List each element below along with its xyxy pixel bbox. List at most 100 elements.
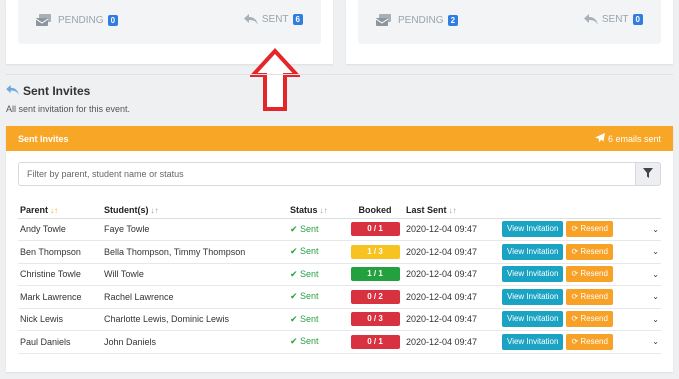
booked-cell: 1 / 1: [346, 263, 404, 286]
envelope-stack-icon: [376, 14, 394, 27]
status-text: Sent: [300, 313, 319, 324]
section-title: Sent Invites: [6, 84, 90, 98]
status-cell: ✔ Sent: [288, 240, 346, 264]
actions-cell: View Invitation ⟳ Resend: [500, 263, 642, 286]
chevron-down-icon: ⌄: [652, 337, 659, 347]
expand-row-button[interactable]: ⌄: [642, 330, 661, 354]
chevron-down-icon: ⌄: [652, 224, 659, 234]
status-cell: ✔ Sent: [288, 218, 346, 241]
pending-count-badge: 0: [107, 15, 119, 26]
resend-button[interactable]: ⟳ Resend: [566, 311, 613, 328]
last-sent-time: 2020-12-04 09:47: [404, 263, 500, 286]
student-names: John Daniels: [102, 330, 288, 354]
checkmark-icon: ✔: [290, 313, 301, 324]
section-divider: [6, 74, 673, 75]
filter-button[interactable]: [635, 162, 661, 186]
status-text: Sent: [300, 291, 319, 302]
view-invitation-button[interactable]: View Invitation: [502, 288, 564, 305]
view-invitation-button[interactable]: View Invitation: [502, 333, 564, 350]
resend-label: Resend: [580, 291, 608, 301]
expand-row-button[interactable]: ⌄: [642, 263, 661, 286]
booked-cell: 0 / 2: [346, 285, 404, 309]
envelope-stack-icon: [36, 14, 54, 27]
invite-stats-box: PENDING 0 SENT 6: [18, 0, 321, 44]
view-invitation-button[interactable]: View Invitation: [502, 266, 564, 283]
invite-stats-box: PENDING 2 SENT 0: [358, 0, 661, 44]
booked-cell: 1 / 3: [346, 240, 404, 264]
sent-count-badge: 0: [632, 14, 643, 25]
view-invitation-button[interactable]: View Invitation: [502, 311, 564, 328]
table-row: Paul Daniels John Daniels ✔ Sent 0 / 1 2…: [18, 330, 661, 354]
status-cell: ✔ Sent: [288, 263, 346, 286]
reply-all-icon: [6, 84, 19, 98]
chevron-down-icon: ⌄: [652, 247, 659, 257]
booked-badge: 1 / 1: [350, 267, 400, 282]
resend-label: Resend: [580, 336, 608, 346]
resend-label: Resend: [580, 314, 608, 324]
filter-input[interactable]: Filter by parent, student name or status: [18, 162, 635, 186]
pending-stat[interactable]: PENDING 0: [36, 14, 119, 27]
resend-button[interactable]: ⟳ Resend: [566, 243, 613, 260]
expand-row-button[interactable]: ⌄: [642, 285, 661, 309]
table-row: Nick Lewis Charlotte Lewis, Dominic Lewi…: [18, 308, 661, 331]
table-row: Christine Towle Will Towle ✔ Sent 1 / 1 …: [18, 263, 661, 286]
column-header-last-sent[interactable]: Last Sent ↓↑: [404, 202, 500, 219]
red-up-arrow-annotation: [250, 48, 300, 111]
sort-icon: ↓↑: [150, 205, 159, 215]
funnel-icon: [643, 167, 653, 181]
parent-name: Ben Thompson: [18, 240, 102, 264]
last-sent-time: 2020-12-04 09:47: [404, 240, 500, 264]
pending-label: PENDING: [58, 15, 104, 26]
card-title: Sent Invites: [18, 133, 69, 144]
last-sent-time: 2020-12-04 09:47: [404, 330, 500, 354]
sent-label: SENT: [261, 14, 289, 25]
booked-cell: 0 / 1: [346, 330, 404, 354]
chevron-down-icon: ⌄: [652, 269, 659, 279]
resend-button[interactable]: ⟳ Resend: [566, 333, 613, 350]
view-invitation-button[interactable]: View Invitation: [502, 221, 564, 238]
booked-cell: 0 / 1: [346, 218, 404, 241]
status-text: Sent: [300, 246, 319, 257]
chevron-down-icon: ⌄: [652, 292, 659, 302]
sort-icon: ↓↑: [448, 205, 457, 215]
invite-stats-panel-right: PENDING 2 SENT 0: [346, 0, 673, 64]
checkmark-icon: ✔: [290, 291, 301, 302]
student-names: Faye Towle: [102, 218, 288, 241]
column-header-status[interactable]: Status ↓↑: [288, 202, 346, 219]
column-header-parent[interactable]: Parent ↓↑: [18, 202, 102, 219]
last-sent-time: 2020-12-04 09:47: [404, 218, 500, 241]
sent-stat[interactable]: SENT 0: [583, 14, 643, 25]
actions-cell: View Invitation ⟳ Resend: [500, 308, 642, 331]
sent-invites-table: Parent ↓↑ Student(s) ↓↑ Status ↓↑ Booked La…: [18, 202, 661, 354]
status-cell: ✔ Sent: [288, 308, 346, 331]
resend-button[interactable]: ⟳ Resend: [566, 266, 613, 283]
actions-cell: View Invitation ⟳ Resend: [500, 330, 642, 354]
actions-cell: View Invitation ⟳ Resend: [500, 240, 642, 264]
pending-stat[interactable]: PENDING 2: [376, 14, 459, 27]
sent-stat[interactable]: SENT 6: [243, 14, 303, 25]
sort-icon: ↓↑: [319, 205, 328, 215]
filter-bar: Filter by parent, student name or status: [18, 162, 661, 186]
resend-button[interactable]: ⟳ Resend: [566, 288, 613, 305]
last-sent-time: 2020-12-04 09:47: [404, 308, 500, 331]
expand-row-button[interactable]: ⌄: [642, 218, 661, 241]
column-header-students[interactable]: Student(s) ↓↑: [102, 202, 288, 219]
parent-name: Nick Lewis: [18, 308, 102, 331]
resend-button[interactable]: ⟳ Resend: [566, 221, 613, 238]
booked-cell: 0 / 3: [346, 308, 404, 331]
expand-row-button[interactable]: ⌄: [642, 308, 661, 331]
reply-all-icon: [583, 14, 598, 25]
resend-label: Resend: [580, 224, 608, 234]
actions-cell: View Invitation ⟳ Resend: [500, 218, 642, 241]
checkmark-icon: ✔: [290, 268, 301, 279]
sent-count-badge: 6: [292, 14, 303, 25]
expand-row-button[interactable]: ⌄: [642, 240, 661, 264]
status-text: Sent: [300, 336, 319, 347]
view-invitation-button[interactable]: View Invitation: [502, 243, 564, 260]
table-header-row: Parent ↓↑ Student(s) ↓↑ Status ↓↑ Booked La…: [18, 202, 661, 219]
pending-count-badge: 2: [447, 15, 459, 26]
emails-sent-count: 6 emails sent: [594, 132, 661, 145]
section-description: All sent invitation for this event.: [6, 104, 131, 114]
reply-all-icon: [243, 14, 258, 25]
sent-invites-card: Sent Invites 6 emails sent Filter by par…: [6, 126, 673, 372]
